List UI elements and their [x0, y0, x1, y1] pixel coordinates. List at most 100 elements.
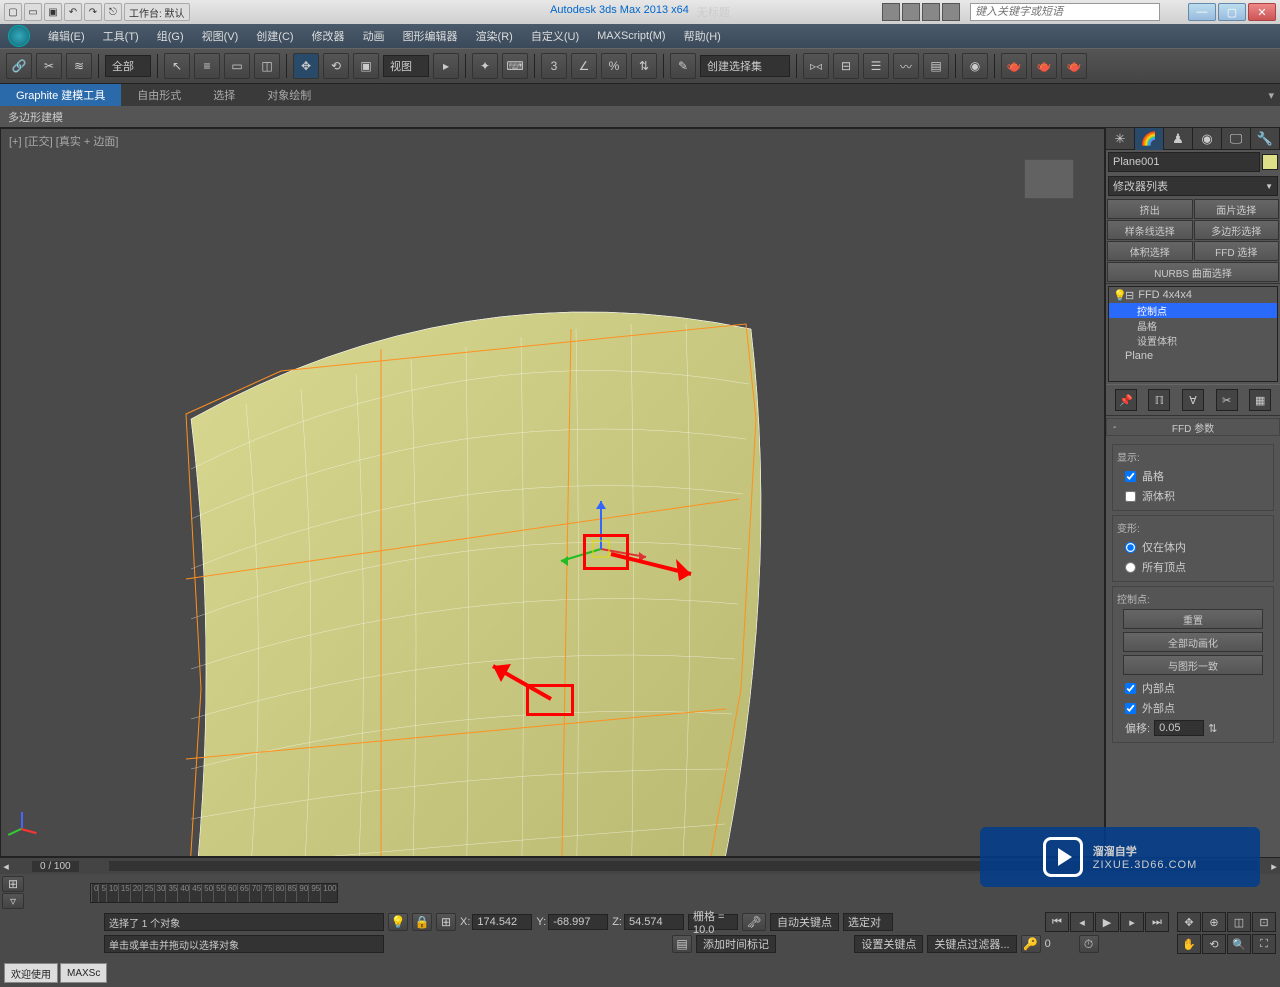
menu-customize[interactable]: 自定义(U) — [531, 28, 579, 44]
chk-lattice[interactable]: 晶格 — [1117, 466, 1269, 486]
keyboard-shortcut-icon[interactable]: ⌨ — [502, 53, 528, 79]
next-frame-icon[interactable]: ▸ — [1120, 912, 1144, 932]
qat-undo-icon[interactable]: ↶ — [64, 3, 82, 21]
scene-plane-mesh[interactable] — [181, 289, 821, 857]
select-name-icon[interactable]: ≡ — [194, 53, 220, 79]
object-name-field[interactable]: Plane001 — [1108, 152, 1260, 172]
tab-objectpaint[interactable]: 对象绘制 — [251, 84, 327, 106]
qat-open-icon[interactable]: ▭ — [24, 3, 42, 21]
x-coord-field[interactable]: 174.542 — [472, 914, 532, 930]
tab-utilities-icon[interactable]: 🔧 — [1251, 128, 1280, 150]
viewport-nav-4-icon[interactable]: ⊡ — [1252, 912, 1276, 932]
close-button[interactable]: ✕ — [1248, 3, 1276, 21]
btn-reset[interactable]: 重置 — [1123, 609, 1263, 629]
curve-editor-icon[interactable]: 〰 — [893, 53, 919, 79]
btn-splinesel[interactable]: 样条线选择 — [1107, 220, 1193, 240]
track-bar[interactable]: 05 1015 2025 3035 4045 5055 6065 7075 80… — [90, 883, 338, 903]
tab-create-icon[interactable]: ✳ — [1106, 128, 1135, 150]
btn-polysel[interactable]: 多边形选择 — [1194, 220, 1280, 240]
prev-frame-icon[interactable]: ◂ — [1070, 912, 1094, 932]
zoom-icon[interactable]: 🔍 — [1227, 934, 1251, 954]
workspace-dropdown[interactable]: 工作台: 默认 — [124, 3, 190, 21]
menu-create[interactable]: 创建(C) — [256, 28, 293, 44]
chk-outside-points[interactable]: 外部点 — [1117, 698, 1269, 718]
offset-spinner[interactable]: 0.05 — [1154, 720, 1204, 736]
modifier-list-dropdown[interactable]: 修改器列表 — [1108, 176, 1278, 196]
pan-icon[interactable]: ✋ — [1177, 934, 1201, 954]
help-icon[interactable] — [942, 3, 960, 21]
modifier-stack[interactable]: 💡⊟FFD 4x4x4 控制点 晶格 设置体积 Plane — [1108, 286, 1278, 382]
ribbon-minimize-icon[interactable]: ▾ — [1262, 84, 1280, 106]
y-coord-field[interactable]: -68.997 — [548, 914, 608, 930]
ref-coord-dropdown[interactable]: 视图 — [383, 55, 429, 77]
remove-mod-icon[interactable]: ✂ — [1216, 389, 1238, 411]
render-setup-icon[interactable]: 🫖 — [1001, 53, 1027, 79]
edit-named-sel-icon[interactable]: ✎ — [670, 53, 696, 79]
material-editor-icon[interactable]: ◉ — [962, 53, 988, 79]
spinner-arrows-icon[interactable]: ⇅ — [1208, 722, 1217, 735]
stack-plane[interactable]: Plane — [1109, 348, 1277, 364]
max-viewport-icon[interactable]: ⛶ — [1252, 934, 1276, 954]
stack-sub-setvolume[interactable]: 设置体积 — [1109, 333, 1277, 348]
btn-ffdsel[interactable]: FFD 选择 — [1194, 241, 1280, 261]
unlink-icon[interactable]: ✂ — [36, 53, 62, 79]
qat-redo-icon[interactable]: ↷ — [84, 3, 102, 21]
time-slider[interactable]: 0 / 100 — [32, 861, 79, 872]
tab-freeform[interactable]: 自由形式 — [121, 84, 197, 106]
menu-edit[interactable]: 编辑(E) — [48, 28, 85, 44]
menu-maxscript[interactable]: MAXScript(M) — [597, 30, 665, 42]
named-selection-dropdown[interactable]: 创建选择集 — [700, 55, 790, 77]
viewport-nav-2-icon[interactable]: ⊕ — [1202, 912, 1226, 932]
show-result-icon[interactable]: ℿ — [1148, 389, 1170, 411]
app-menu-icon[interactable] — [8, 25, 30, 47]
viewport-nav-1-icon[interactable]: ✥ — [1177, 912, 1201, 932]
link-icon[interactable]: 🔗 — [6, 53, 32, 79]
rad-only-in-volume[interactable]: 仅在体内 — [1117, 537, 1269, 557]
key-mode-dropdown[interactable]: 选定对 — [843, 913, 893, 931]
add-time-tag[interactable]: 添加时间标记 — [696, 935, 776, 953]
goto-end-icon[interactable]: ⏭ — [1145, 912, 1169, 932]
key-mode-icon[interactable]: 🔑 — [1021, 935, 1041, 953]
comm-center-icon[interactable]: 🗝 — [742, 913, 766, 931]
menu-modifiers[interactable]: 修改器 — [312, 28, 345, 44]
rotate-icon[interactable]: ⟲ — [323, 53, 349, 79]
layers-icon[interactable]: ☰ — [863, 53, 889, 79]
script-listener-icon[interactable]: ▤ — [672, 935, 692, 953]
menu-group[interactable]: 组(G) — [157, 28, 184, 44]
tab-hierarchy-icon[interactable]: ♟ — [1164, 128, 1193, 150]
spinner-snap-icon[interactable]: ⇅ — [631, 53, 657, 79]
trackbar-key-icon[interactable]: ⊞ — [2, 876, 24, 892]
lock-selection-icon[interactable]: 💡 — [388, 913, 408, 931]
lock-icon[interactable]: 🔒 — [412, 913, 432, 931]
abs-rel-icon[interactable]: ⊞ — [436, 913, 456, 931]
rollout-header[interactable]: FFD 参数 — [1106, 418, 1280, 436]
setkey-button[interactable]: 设置关键点 — [854, 935, 923, 953]
exchange-icon[interactable] — [922, 3, 940, 21]
btn-conform[interactable]: 与图形一致 — [1123, 655, 1263, 675]
viewcube[interactable] — [1024, 159, 1074, 199]
schematic-icon[interactable]: ▤ — [923, 53, 949, 79]
render-prod-icon[interactable]: 🫖 — [1061, 53, 1087, 79]
render-frame-icon[interactable]: 🫖 — [1031, 53, 1057, 79]
window-crossing-icon[interactable]: ◫ — [254, 53, 280, 79]
bind-icon[interactable]: ≋ — [66, 53, 92, 79]
configure-icon[interactable]: ▦ — [1249, 389, 1271, 411]
qat-new-icon[interactable]: ▢ — [4, 3, 22, 21]
viewport-label[interactable]: [+] [正交] [真实 + 边面] — [9, 133, 118, 149]
orbit-icon[interactable]: ⟲ — [1202, 934, 1226, 954]
viewport-nav-3-icon[interactable]: ◫ — [1227, 912, 1251, 932]
tab-display-icon[interactable]: 🖵 — [1222, 128, 1251, 150]
angle-snap-icon[interactable]: ∠ — [571, 53, 597, 79]
pin-stack-icon[interactable]: 📌 — [1115, 389, 1137, 411]
select-rect-icon[interactable]: ▭ — [224, 53, 250, 79]
tab-graphite[interactable]: Graphite 建模工具 — [0, 84, 121, 106]
qat-save-icon[interactable]: ▣ — [44, 3, 62, 21]
welcome-tab[interactable]: 欢迎使用 — [4, 963, 58, 983]
manipulate-icon[interactable]: ✦ — [472, 53, 498, 79]
menu-help[interactable]: 帮助(H) — [684, 28, 721, 44]
maxscript-tab[interactable]: MAXSc — [60, 963, 107, 983]
align-icon[interactable]: ⊟ — [833, 53, 859, 79]
object-color-swatch[interactable] — [1262, 154, 1278, 170]
btn-nurbssel[interactable]: NURBS 曲面选择 — [1107, 262, 1279, 282]
slider-left-icon[interactable]: ◂ — [0, 860, 12, 873]
